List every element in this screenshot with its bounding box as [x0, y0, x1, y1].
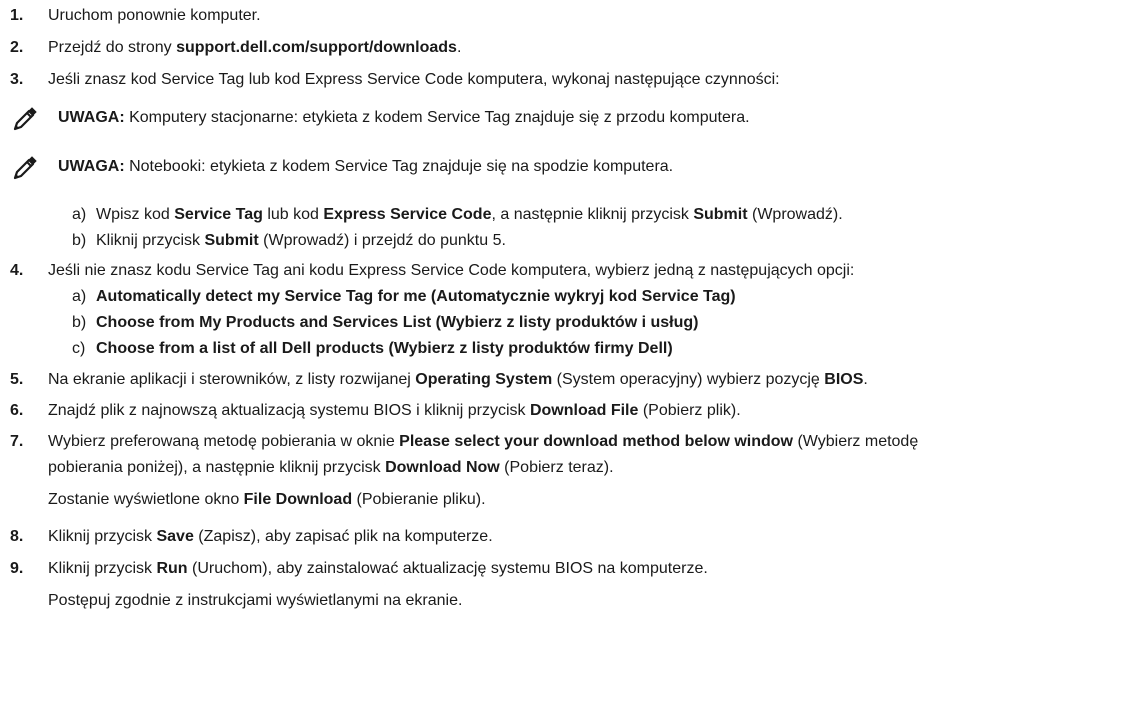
step-number: 4. [10, 262, 24, 279]
substep-text-part: lub kod [262, 206, 324, 223]
note-label: UWAGA: [58, 109, 125, 126]
note-text: UWAGA: Notebooki: etykieta z kodem Servi… [58, 155, 673, 179]
step-text: Na ekranie aplikacji i sterowników, z li… [48, 368, 868, 392]
step-bold: Run [156, 560, 188, 577]
substep-bold: Submit [693, 206, 748, 223]
substep-text: Kliknij przycisk Submit (Wprowadź) i prz… [96, 229, 506, 253]
step-text-part: pobierania poniżej), a następnie kliknij… [48, 459, 386, 476]
substep-text-part: Kliknij przycisk [96, 232, 205, 249]
substep-letter: a) [72, 206, 87, 223]
step-text: Uruchom ponownie komputer. [48, 4, 261, 28]
step-text-part: (Pobierz teraz). [499, 459, 614, 476]
substep-bold: Choose from a list of all Dell products … [96, 340, 673, 357]
step-text: Kliknij przycisk Run (Uruchom), aby zain… [48, 557, 708, 581]
step-text-part: (Uruchom), aby zainstalować aktualizację… [187, 560, 708, 577]
step-text: Jeśli znasz kod Service Tag lub kod Expr… [48, 68, 780, 92]
step-text-part: Znajdź plik z najnowszą aktualizacją sys… [48, 402, 530, 419]
step-text-part: Kliknij przycisk [48, 528, 157, 545]
substep-letter: b) [72, 232, 87, 249]
step-text-part: (System operacyjny) wybierz pozycję [552, 371, 825, 388]
step-number: 9. [10, 560, 24, 577]
step-bold: Download Now [385, 459, 500, 476]
step-text-part: (Wybierz metodę [793, 433, 919, 450]
support-url: support.dell.com/support/downloads [176, 39, 457, 56]
substep-letter: c) [72, 340, 86, 357]
step-bold: Please select your download method below… [399, 433, 793, 450]
step-text-part: Postępuj zgodnie z instrukcjami wyświetl… [48, 592, 463, 609]
step-bold: Save [156, 528, 194, 545]
substep-text-part: , a następnie kliknij przycisk [491, 206, 694, 223]
step-text-part: Zostanie wyświetlone okno [48, 491, 244, 508]
step-number: 8. [10, 528, 24, 545]
step-9-continuation: Postępuj zgodnie z instrukcjami wyświetl… [48, 589, 462, 613]
step-7-continuation: pobierania poniżej), a następnie kliknij… [48, 456, 614, 480]
step-text-part: Na ekranie aplikacji i sterowników, z li… [48, 371, 416, 388]
step-text: Przejdź do strony support.dell.com/suppo… [48, 36, 461, 60]
step-number: 1. [10, 7, 24, 24]
step-text-part: Wybierz preferowaną metodę pobierania w … [48, 433, 400, 450]
step-number: 7. [10, 433, 24, 450]
step-text-part: Przejdź do strony [48, 39, 177, 56]
instruction-document: 1. Uruchom ponownie komputer. 2. Przejdź… [0, 0, 1144, 716]
step-text-part: Uruchom ponownie komputer. [48, 7, 261, 24]
substep-text: Wpisz kod Service Tag lub kod Express Se… [96, 203, 843, 227]
substep-text: Automatically detect my Service Tag for … [96, 285, 736, 309]
substep-bold: Service Tag [174, 206, 263, 223]
substep-letter: a) [72, 288, 87, 305]
substep-bold: Express Service Code [323, 206, 492, 223]
step-bold: File Download [243, 491, 353, 508]
step-number: 6. [10, 402, 24, 419]
step-number: 3. [10, 71, 24, 88]
step-bold: Operating System [415, 371, 553, 388]
step-text: Wybierz preferowaną metodę pobierania w … [48, 430, 918, 454]
substep-text-part: (Wprowadź) i przejdź do punktu 5. [258, 232, 506, 249]
substep-bold: Automatically detect my Service Tag for … [96, 288, 736, 305]
step-text-part: (Zapisz), aby zapisać plik na komputerze… [193, 528, 493, 545]
step-text-part: . [863, 371, 868, 388]
note-content: Komputery stacjonarne: etykieta z kodem … [124, 109, 750, 126]
substep-bold: Submit [204, 232, 259, 249]
step-text-part: . [456, 39, 462, 56]
step-text-part: (Pobierz plik). [638, 402, 741, 419]
note-content: Notebooki: etykieta z kodem Service Tag … [124, 158, 674, 175]
step-text: Jeśli nie znasz kodu Service Tag ani kod… [48, 259, 854, 283]
step-text: Kliknij przycisk Save (Zapisz), aby zapi… [48, 525, 493, 549]
step-7-result: Zostanie wyświetlone okno File Download … [48, 488, 486, 512]
step-text-part: (Pobieranie pliku). [352, 491, 486, 508]
step-number: 2. [10, 39, 24, 56]
substep-text: Choose from a list of all Dell products … [96, 337, 673, 361]
step-text: Znajdź plik z najnowszą aktualizacją sys… [48, 399, 741, 423]
note-text: UWAGA: Komputery stacjonarne: etykieta z… [58, 106, 750, 130]
substep-text-part: (Wprowadź). [747, 206, 843, 223]
substep-text-part: Wpisz kod [96, 206, 175, 223]
note-label: UWAGA: [58, 158, 125, 175]
step-text-part: Jeśli nie znasz kodu Service Tag ani kod… [48, 262, 855, 279]
pencil-note-icon [12, 155, 38, 181]
step-text-part: Kliknij przycisk [48, 560, 157, 577]
substep-bold: Choose from My Products and Services Lis… [96, 314, 699, 331]
step-number: 5. [10, 371, 24, 388]
step-bold: Download File [529, 402, 639, 419]
substep-letter: b) [72, 314, 87, 331]
substep-text: Choose from My Products and Services Lis… [96, 311, 698, 335]
step-text-part: Jeśli znasz kod Service Tag lub kod Expr… [48, 71, 780, 88]
step-bold: BIOS [824, 371, 864, 388]
pencil-note-icon [12, 106, 38, 132]
